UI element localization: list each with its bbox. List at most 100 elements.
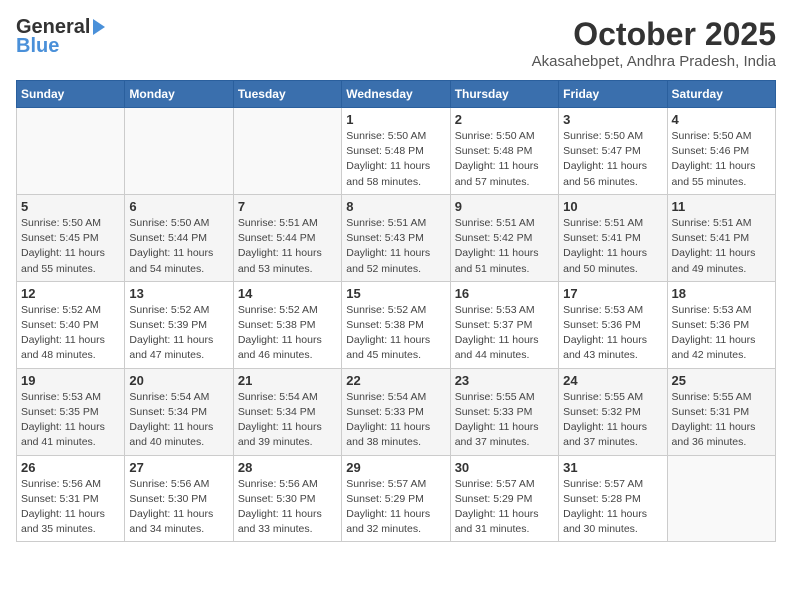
day-info: Sunrise: 5:52 AMSunset: 5:40 PMDaylight:… [21,303,120,364]
day-number: 30 [455,460,554,475]
calendar-cell: 1 Sunrise: 5:50 AMSunset: 5:48 PMDaylight… [342,108,450,195]
day-info: Sunrise: 5:51 AMSunset: 5:41 PMDaylight:… [563,216,662,277]
calendar-cell: 25 Sunrise: 5:55 AMSunset: 5:31 PMDayligh… [667,368,775,455]
day-number: 13 [129,286,228,301]
calendar-cell: 31 Sunrise: 5:57 AMSunset: 5:28 PMDayligh… [559,455,667,542]
calendar-cell: 9Sunrise: 5:51 AMSunset: 5:42 PMDaylight… [450,194,558,281]
day-of-week-header: Friday [559,81,667,108]
calendar-week-row: 19 Sunrise: 5:53 AMSunset: 5:35 PMDayligh… [17,368,776,455]
day-info: Sunrise: 5:55 AMSunset: 5:33 PMDaylight:… [455,390,554,451]
calendar-cell: 18 Sunrise: 5:53 AMSunset: 5:36 PMDayligh… [667,281,775,368]
day-info: Sunrise: 5:56 AMSunset: 5:31 PMDaylight:… [21,477,120,538]
day-number: 29 [346,460,445,475]
day-number: 28 [238,460,337,475]
calendar-cell: 26Sunrise: 5:56 AMSunset: 5:31 PMDayligh… [17,455,125,542]
day-number: 7 [238,199,337,214]
page-header: General Blue October 2025 Akasahebpet, A… [16,16,776,70]
day-number: 2 [455,112,554,127]
title-area: October 2025 Akasahebpet, Andhra Pradesh… [532,16,776,70]
day-info: Sunrise: 5:57 AMSunset: 5:28 PMDaylight:… [563,477,662,538]
calendar-cell [233,108,341,195]
calendar-cell: 10 Sunrise: 5:51 AMSunset: 5:41 PMDayligh… [559,194,667,281]
calendar-cell: 28Sunrise: 5:56 AMSunset: 5:30 PMDayligh… [233,455,341,542]
day-number: 19 [21,373,120,388]
day-info: Sunrise: 5:53 AMSunset: 5:36 PMDaylight:… [563,303,662,364]
day-number: 10 [563,199,662,214]
calendar-cell: 13 Sunrise: 5:52 AMSunset: 5:39 PMDayligh… [125,281,233,368]
calendar-cell [667,455,775,542]
day-info: Sunrise: 5:54 AMSunset: 5:34 PMDaylight:… [129,390,228,451]
calendar-cell: 6 Sunrise: 5:50 AMSunset: 5:44 PMDaylight… [125,194,233,281]
day-number: 8 [346,199,445,214]
calendar-cell: 27 Sunrise: 5:56 AMSunset: 5:30 PMDayligh… [125,455,233,542]
day-info: Sunrise: 5:53 AMSunset: 5:36 PMDaylight:… [672,303,771,364]
day-number: 14 [238,286,337,301]
calendar-cell: 16 Sunrise: 5:53 AMSunset: 5:37 PMDayligh… [450,281,558,368]
logo-arrow-icon [93,19,105,35]
calendar-table: SundayMondayTuesdayWednesdayThursdayFrid… [16,80,776,542]
calendar-cell [17,108,125,195]
day-info: Sunrise: 5:52 AMSunset: 5:38 PMDaylight:… [238,303,337,364]
calendar-week-row: 5Sunrise: 5:50 AMSunset: 5:45 PMDaylight… [17,194,776,281]
day-info: Sunrise: 5:52 AMSunset: 5:38 PMDaylight:… [346,303,445,364]
day-of-week-header: Tuesday [233,81,341,108]
day-of-week-header: Wednesday [342,81,450,108]
logo: General Blue [16,16,105,58]
calendar-cell: 15Sunrise: 5:52 AMSunset: 5:38 PMDayligh… [342,281,450,368]
day-info: Sunrise: 5:51 AMSunset: 5:43 PMDaylight:… [346,216,445,277]
calendar-cell [125,108,233,195]
calendar-cell: 21 Sunrise: 5:54 AMSunset: 5:34 PMDayligh… [233,368,341,455]
day-info: Sunrise: 5:50 AMSunset: 5:44 PMDaylight:… [129,216,228,277]
calendar-cell: 24Sunrise: 5:55 AMSunset: 5:32 PMDayligh… [559,368,667,455]
day-of-week-header: Monday [125,81,233,108]
day-of-week-header: Thursday [450,81,558,108]
day-number: 17 [563,286,662,301]
day-number: 6 [129,199,228,214]
calendar-week-row: 12 Sunrise: 5:52 AMSunset: 5:40 PMDayligh… [17,281,776,368]
day-of-week-header: Sunday [17,81,125,108]
calendar-cell: 30 Sunrise: 5:57 AMSunset: 5:29 PMDayligh… [450,455,558,542]
day-number: 21 [238,373,337,388]
day-number: 27 [129,460,228,475]
day-info: Sunrise: 5:56 AMSunset: 5:30 PMDaylight:… [129,477,228,538]
calendar-cell: 4 Sunrise: 5:50 AMSunset: 5:46 PMDaylight… [667,108,775,195]
calendar-cell: 14 Sunrise: 5:52 AMSunset: 5:38 PMDayligh… [233,281,341,368]
day-info: Sunrise: 5:55 AMSunset: 5:31 PMDaylight:… [672,390,771,451]
day-info: Sunrise: 5:57 AMSunset: 5:29 PMDaylight:… [455,477,554,538]
calendar-cell: 12 Sunrise: 5:52 AMSunset: 5:40 PMDayligh… [17,281,125,368]
day-info: Sunrise: 5:51 AMSunset: 5:44 PMDaylight:… [238,216,337,277]
calendar-cell: 11Sunrise: 5:51 AMSunset: 5:41 PMDayligh… [667,194,775,281]
day-number: 3 [563,112,662,127]
calendar-cell: 7 Sunrise: 5:51 AMSunset: 5:44 PMDaylight… [233,194,341,281]
day-number: 18 [672,286,771,301]
calendar-week-row: 26Sunrise: 5:56 AMSunset: 5:31 PMDayligh… [17,455,776,542]
calendar-cell: 29 Sunrise: 5:57 AMSunset: 5:29 PMDayligh… [342,455,450,542]
day-info: Sunrise: 5:55 AMSunset: 5:32 PMDaylight:… [563,390,662,451]
calendar-cell: 5Sunrise: 5:50 AMSunset: 5:45 PMDaylight… [17,194,125,281]
day-number: 9 [455,199,554,214]
day-number: 31 [563,460,662,475]
day-info: Sunrise: 5:54 AMSunset: 5:34 PMDaylight:… [238,390,337,451]
day-number: 12 [21,286,120,301]
calendar-week-row: 1 Sunrise: 5:50 AMSunset: 5:48 PMDaylight… [17,108,776,195]
day-info: Sunrise: 5:53 AMSunset: 5:35 PMDaylight:… [21,390,120,451]
calendar-header-row: SundayMondayTuesdayWednesdayThursdayFrid… [17,81,776,108]
day-info: Sunrise: 5:57 AMSunset: 5:29 PMDaylight:… [346,477,445,538]
day-number: 4 [672,112,771,127]
calendar-cell: 8 Sunrise: 5:51 AMSunset: 5:43 PMDaylight… [342,194,450,281]
day-number: 25 [672,373,771,388]
calendar-cell: 22Sunrise: 5:54 AMSunset: 5:33 PMDayligh… [342,368,450,455]
day-number: 16 [455,286,554,301]
day-number: 11 [672,199,771,214]
day-number: 23 [455,373,554,388]
day-number: 1 [346,112,445,127]
day-info: Sunrise: 5:50 AMSunset: 5:48 PMDaylight:… [346,129,445,190]
calendar-cell: 23 Sunrise: 5:55 AMSunset: 5:33 PMDayligh… [450,368,558,455]
calendar-cell: 19 Sunrise: 5:53 AMSunset: 5:35 PMDayligh… [17,368,125,455]
day-info: Sunrise: 5:53 AMSunset: 5:37 PMDaylight:… [455,303,554,364]
day-info: Sunrise: 5:52 AMSunset: 5:39 PMDaylight:… [129,303,228,364]
calendar-cell: 17 Sunrise: 5:53 AMSunset: 5:36 PMDayligh… [559,281,667,368]
location-subtitle: Akasahebpet, Andhra Pradesh, India [532,53,776,70]
day-info: Sunrise: 5:50 AMSunset: 5:46 PMDaylight:… [672,129,771,190]
calendar-cell: 3Sunrise: 5:50 AMSunset: 5:47 PMDaylight… [559,108,667,195]
